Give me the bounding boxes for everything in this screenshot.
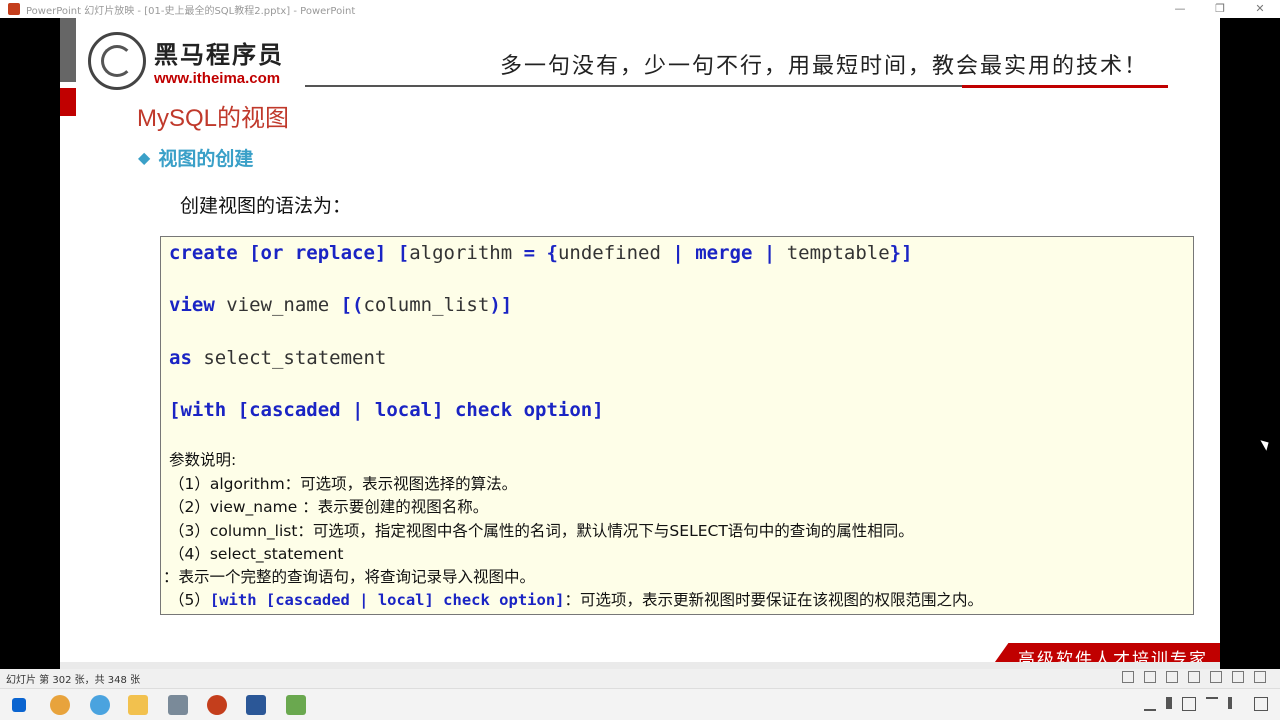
code-line-1: create [or replace] [algorithm = {undefi… <box>169 242 913 264</box>
window-title: PowerPoint 幻灯片放映 - [01-史上最全的SQL教程2.pptx]… <box>26 5 356 17</box>
code-line-2: view view_name [(column_list)] <box>169 294 513 316</box>
syntax-box: create [or replace] [algorithm = {undefi… <box>160 236 1194 615</box>
volume-icon[interactable] <box>1228 697 1244 709</box>
note-4: （4）select_statement <box>169 545 344 563</box>
file-explorer-icon[interactable] <box>128 695 148 715</box>
excel-icon[interactable] <box>286 695 306 715</box>
next-slide-icon[interactable] <box>1166 671 1178 683</box>
subheading-text: 视图的创建 <box>158 148 254 170</box>
intro-text: 创建视图的语法为： <box>180 195 352 217</box>
minimize-button[interactable]: — <box>1160 0 1200 18</box>
header-divider-accent <box>962 85 1168 88</box>
subheading: ◆ 视图的创建 <box>138 144 253 171</box>
browser-icon[interactable] <box>90 695 110 715</box>
taskbar <box>0 688 1280 720</box>
windows-start-icon[interactable] <box>12 698 26 712</box>
battery-icon[interactable] <box>1182 697 1196 711</box>
microphone-icon[interactable] <box>1166 697 1172 709</box>
note-5: （5）[with [cascaded | local] check option… <box>169 591 983 609</box>
status-bar: 幻灯片 第 302 张，共 348 张 <box>0 669 1280 688</box>
slideshow-view-icon[interactable] <box>1254 671 1266 683</box>
notification-icon[interactable] <box>1254 697 1268 711</box>
view-controls <box>1122 671 1266 683</box>
powerpoint-icon <box>8 3 20 15</box>
note-2: （2）view_name ：表示要创建的视图名称。 <box>169 498 489 516</box>
window-controls: — ❐ ✕ <box>1160 0 1280 18</box>
slide-counter: 幻灯片 第 302 张，共 348 张 <box>6 675 141 686</box>
app-icon[interactable] <box>168 695 188 715</box>
note-3: （3）column_list：可选项，指定视图中各个属性的名词，默认情况下与SE… <box>169 522 914 540</box>
slideshow-stage[interactable]: 黑马程序员 www.itheima.com 多一句没有，少一句不行，用最短时间，… <box>0 18 1280 669</box>
header-grey-bar <box>60 18 76 82</box>
previous-slide-icon[interactable] <box>1122 671 1134 683</box>
header-red-bar <box>60 88 76 116</box>
note-1: （1）algorithm：可选项，表示视图选择的算法。 <box>169 475 518 493</box>
reading-view-icon[interactable] <box>1232 671 1244 683</box>
note-4-continued: ：表示一个完整的查询语句，将查询记录导入视图中。 <box>163 568 536 586</box>
system-tray <box>1144 697 1268 711</box>
slide[interactable]: 黑马程序员 www.itheima.com 多一句没有，少一句不行，用最短时间，… <box>60 18 1220 669</box>
network-icon[interactable] <box>1206 697 1218 711</box>
logo-name: 黑马程序员 <box>154 41 284 69</box>
window-titlebar: PowerPoint 幻灯片放映 - [01-史上最全的SQL教程2.pptx]… <box>0 0 1280 18</box>
slide-bottom-band <box>60 662 1220 669</box>
diamond-bullet-icon: ◆ <box>138 148 151 167</box>
word-icon[interactable] <box>246 695 266 715</box>
slide-sorter-icon[interactable] <box>1210 671 1222 683</box>
notes-heading: 参数说明: <box>169 451 237 469</box>
slide-title: MySQL的视图 <box>137 105 290 132</box>
brand-logo: 黑马程序员 www.itheima.com <box>88 32 284 90</box>
normal-view-icon[interactable] <box>1188 671 1200 683</box>
code-line-4: [with [cascaded | local] check option] <box>169 399 604 421</box>
slogan: 多一句没有，少一句不行，用最短时间，教会最实用的技术！ <box>500 54 1149 79</box>
code-line-3: as select_statement <box>169 347 387 369</box>
logo-url: www.itheima.com <box>154 70 281 87</box>
menu-icon[interactable] <box>1144 671 1156 683</box>
tray-chevron-icon[interactable] <box>1144 697 1156 711</box>
restore-button[interactable]: ❐ <box>1200 0 1240 18</box>
powerpoint-taskbar-icon[interactable] <box>207 695 227 715</box>
close-button[interactable]: ✕ <box>1240 0 1280 18</box>
horse-logo-icon <box>88 32 146 90</box>
chrome-icon[interactable] <box>50 695 70 715</box>
